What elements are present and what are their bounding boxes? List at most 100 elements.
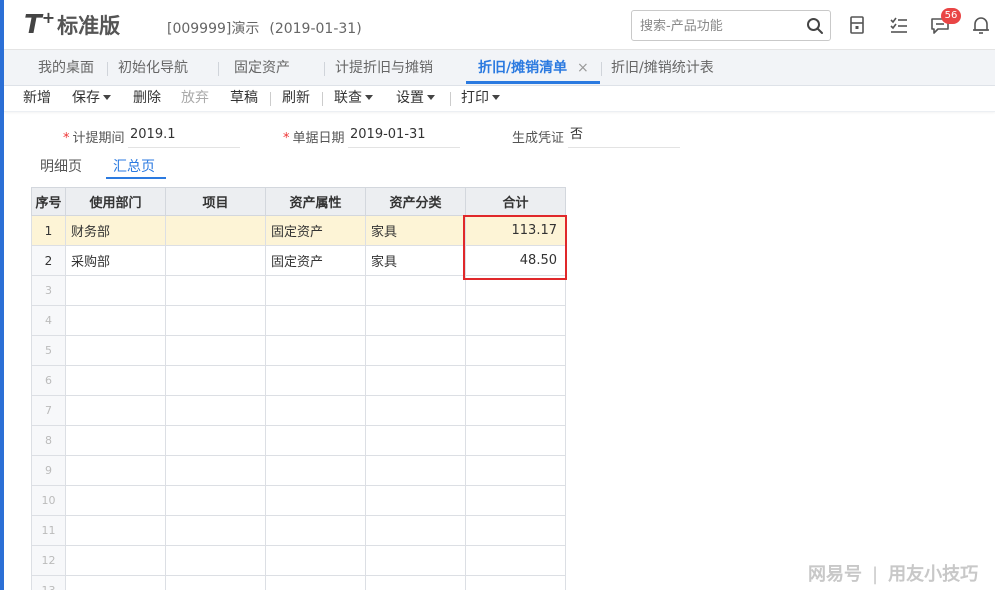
search-icon[interactable] — [806, 17, 824, 35]
empty-cell[interactable] — [265, 575, 366, 590]
empty-cell[interactable] — [165, 455, 266, 486]
cell-category[interactable]: 家具 — [365, 215, 466, 246]
empty-cell[interactable] — [465, 365, 566, 396]
empty-cell[interactable] — [365, 425, 466, 456]
tab-my-desktop[interactable]: 我的桌面 — [38, 50, 94, 86]
empty-row[interactable]: 13 — [31, 575, 566, 590]
save-button[interactable]: 保存 — [72, 86, 111, 112]
empty-cell[interactable] — [165, 305, 266, 336]
empty-cell[interactable] — [365, 515, 466, 546]
subtab-summary[interactable]: 汇总页 — [113, 156, 155, 178]
empty-cell[interactable] — [465, 335, 566, 366]
empty-cell[interactable] — [65, 545, 166, 576]
cell-total[interactable]: 113.17 — [465, 215, 566, 246]
cell-attr[interactable]: 固定资产 — [265, 245, 366, 276]
empty-cell[interactable] — [65, 425, 166, 456]
empty-cell[interactable] — [65, 305, 166, 336]
empty-cell[interactable] — [165, 275, 266, 306]
empty-cell[interactable] — [465, 275, 566, 306]
empty-cell[interactable] — [365, 485, 466, 516]
empty-cell[interactable] — [465, 575, 566, 590]
empty-cell[interactable] — [265, 425, 366, 456]
empty-cell[interactable] — [365, 575, 466, 590]
empty-row[interactable]: 9 — [31, 455, 566, 486]
empty-cell[interactable] — [265, 305, 366, 336]
subtab-detail[interactable]: 明细页 — [40, 156, 82, 178]
period-field[interactable]: 2019.1 — [128, 124, 240, 148]
cell-project[interactable] — [165, 245, 266, 276]
table-row[interactable]: 2 采购部 固定资产 家具 48.50 — [31, 245, 566, 276]
search-box[interactable] — [631, 10, 831, 41]
cell-total[interactable]: 48.50 — [465, 245, 566, 276]
empty-cell[interactable] — [165, 575, 266, 590]
empty-cell[interactable] — [465, 485, 566, 516]
discard-button[interactable]: 放弃 — [181, 86, 209, 112]
empty-cell[interactable] — [165, 485, 266, 516]
empty-cell[interactable] — [465, 455, 566, 486]
print-button[interactable]: 打印 — [461, 86, 500, 112]
empty-cell[interactable] — [265, 395, 366, 426]
empty-cell[interactable] — [65, 275, 166, 306]
empty-cell[interactable] — [365, 365, 466, 396]
empty-cell[interactable] — [465, 395, 566, 426]
linked-query-button[interactable]: 联查 — [334, 86, 373, 112]
bell-icon[interactable] — [970, 14, 992, 36]
tab-depreciation[interactable]: 计提折旧与摊销 — [335, 50, 433, 86]
empty-cell[interactable] — [165, 515, 266, 546]
tab-init-guide[interactable]: 初始化导航 — [118, 50, 188, 86]
empty-cell[interactable] — [365, 275, 466, 306]
empty-row[interactable]: 6 — [31, 365, 566, 396]
empty-cell[interactable] — [365, 455, 466, 486]
empty-cell[interactable] — [465, 515, 566, 546]
tab-depreciation-stats[interactable]: 折旧/摊销统计表 — [611, 50, 714, 86]
empty-row[interactable]: 3 — [31, 275, 566, 306]
empty-row[interactable]: 5 — [31, 335, 566, 366]
empty-cell[interactable] — [265, 365, 366, 396]
empty-cell[interactable] — [365, 395, 466, 426]
empty-row[interactable]: 12 — [31, 545, 566, 576]
empty-row[interactable]: 8 — [31, 425, 566, 456]
empty-cell[interactable] — [265, 275, 366, 306]
cell-category[interactable]: 家具 — [365, 245, 466, 276]
empty-row[interactable]: 4 — [31, 305, 566, 336]
empty-cell[interactable] — [165, 425, 266, 456]
empty-cell[interactable] — [465, 305, 566, 336]
empty-row[interactable]: 7 — [31, 395, 566, 426]
empty-cell[interactable] — [265, 335, 366, 366]
empty-cell[interactable] — [365, 305, 466, 336]
date-field[interactable]: 2019-01-31 — [348, 124, 460, 148]
empty-cell[interactable] — [65, 455, 166, 486]
empty-cell[interactable] — [265, 485, 366, 516]
empty-cell[interactable] — [165, 335, 266, 366]
settings-button[interactable]: 设置 — [396, 86, 435, 112]
empty-cell[interactable] — [65, 335, 166, 366]
search-input[interactable] — [640, 16, 800, 36]
empty-cell[interactable] — [165, 365, 266, 396]
empty-cell[interactable] — [465, 425, 566, 456]
empty-cell[interactable] — [265, 545, 366, 576]
empty-cell[interactable] — [165, 395, 266, 426]
voucher-field[interactable]: 否 — [568, 124, 680, 148]
draft-button[interactable]: 草稿 — [230, 86, 258, 112]
task-list-icon[interactable] — [888, 14, 910, 36]
empty-cell[interactable] — [265, 455, 366, 486]
tab-fixed-assets[interactable]: 固定资产 — [234, 50, 290, 86]
empty-row[interactable]: 11 — [31, 515, 566, 546]
empty-cell[interactable] — [265, 515, 366, 546]
cell-attr[interactable]: 固定资产 — [265, 215, 366, 246]
empty-cell[interactable] — [165, 545, 266, 576]
empty-cell[interactable] — [65, 365, 166, 396]
table-row[interactable]: 1 财务部 固定资产 家具 113.17 — [31, 215, 566, 246]
empty-cell[interactable] — [365, 335, 466, 366]
empty-cell[interactable] — [365, 545, 466, 576]
empty-cell[interactable] — [65, 575, 166, 590]
cell-dept[interactable]: 采购部 — [65, 245, 166, 276]
empty-cell[interactable] — [65, 515, 166, 546]
delete-button[interactable]: 删除 — [133, 86, 161, 112]
empty-cell[interactable] — [465, 545, 566, 576]
cell-dept[interactable]: 财务部 — [65, 215, 166, 246]
empty-cell[interactable] — [65, 485, 166, 516]
calculator-icon[interactable] — [846, 14, 868, 36]
new-button[interactable]: 新增 — [23, 86, 51, 112]
refresh-button[interactable]: 刷新 — [282, 86, 310, 112]
